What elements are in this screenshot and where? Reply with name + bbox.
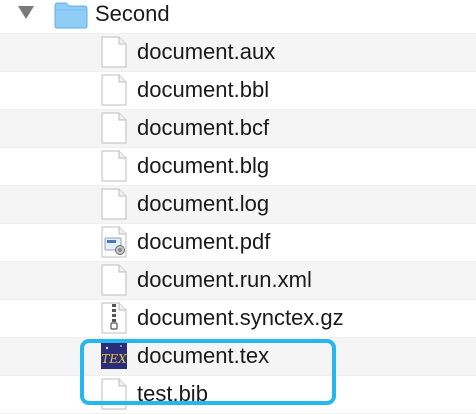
generic-file-icon [101, 112, 127, 144]
file-name: document.aux [137, 39, 276, 64]
file-row-test-bib[interactable]: test.bib [0, 376, 476, 414]
generic-file-icon [101, 150, 127, 182]
folder-name: Second [95, 1, 170, 26]
file-name: test.bib [137, 381, 208, 406]
file-name: document.log [137, 191, 270, 216]
file-name: document.blg [137, 153, 270, 178]
file-row-document-log[interactable]: document.log [0, 186, 476, 224]
file-row-document-aux[interactable]: document.aux [0, 34, 476, 72]
svg-text:TEX: TEX [101, 352, 127, 366]
generic-file-icon [101, 264, 127, 296]
file-name: document.synctex.gz [137, 305, 344, 330]
file-row-document-synctex-gz[interactable]: document.synctex.gz [0, 300, 476, 338]
file-name: document.run.xml [137, 267, 312, 292]
file-name: document.bbl [137, 77, 270, 102]
folder-icon [54, 2, 88, 29]
generic-file-icon [101, 74, 127, 106]
archive-file-icon [101, 302, 127, 334]
file-name: document.pdf [137, 229, 271, 254]
file-name: document.tex [137, 343, 270, 368]
file-row-document-bbl[interactable]: document.bbl [0, 72, 476, 110]
texshop-tex-file-icon: TEX [101, 343, 127, 369]
folder-row-second[interactable]: Second [0, 0, 476, 34]
file-row-document-bcf[interactable]: document.bcf [0, 110, 476, 148]
file-row-document-blg[interactable]: document.blg [0, 148, 476, 186]
file-row-document-run-xml[interactable]: document.run.xml [0, 262, 476, 300]
file-list: Second document.aux document.bbl documen… [0, 0, 476, 414]
pdf-preview-file-icon [101, 226, 127, 258]
generic-file-icon [101, 188, 127, 220]
generic-file-icon [101, 378, 127, 410]
file-row-document-tex[interactable]: TEX document.tex [0, 338, 476, 376]
file-row-document-pdf[interactable]: document.pdf [0, 224, 476, 262]
file-name: document.bcf [137, 115, 270, 140]
disclosure-triangle-expanded-icon[interactable] [18, 6, 34, 19]
generic-file-icon [101, 36, 127, 68]
